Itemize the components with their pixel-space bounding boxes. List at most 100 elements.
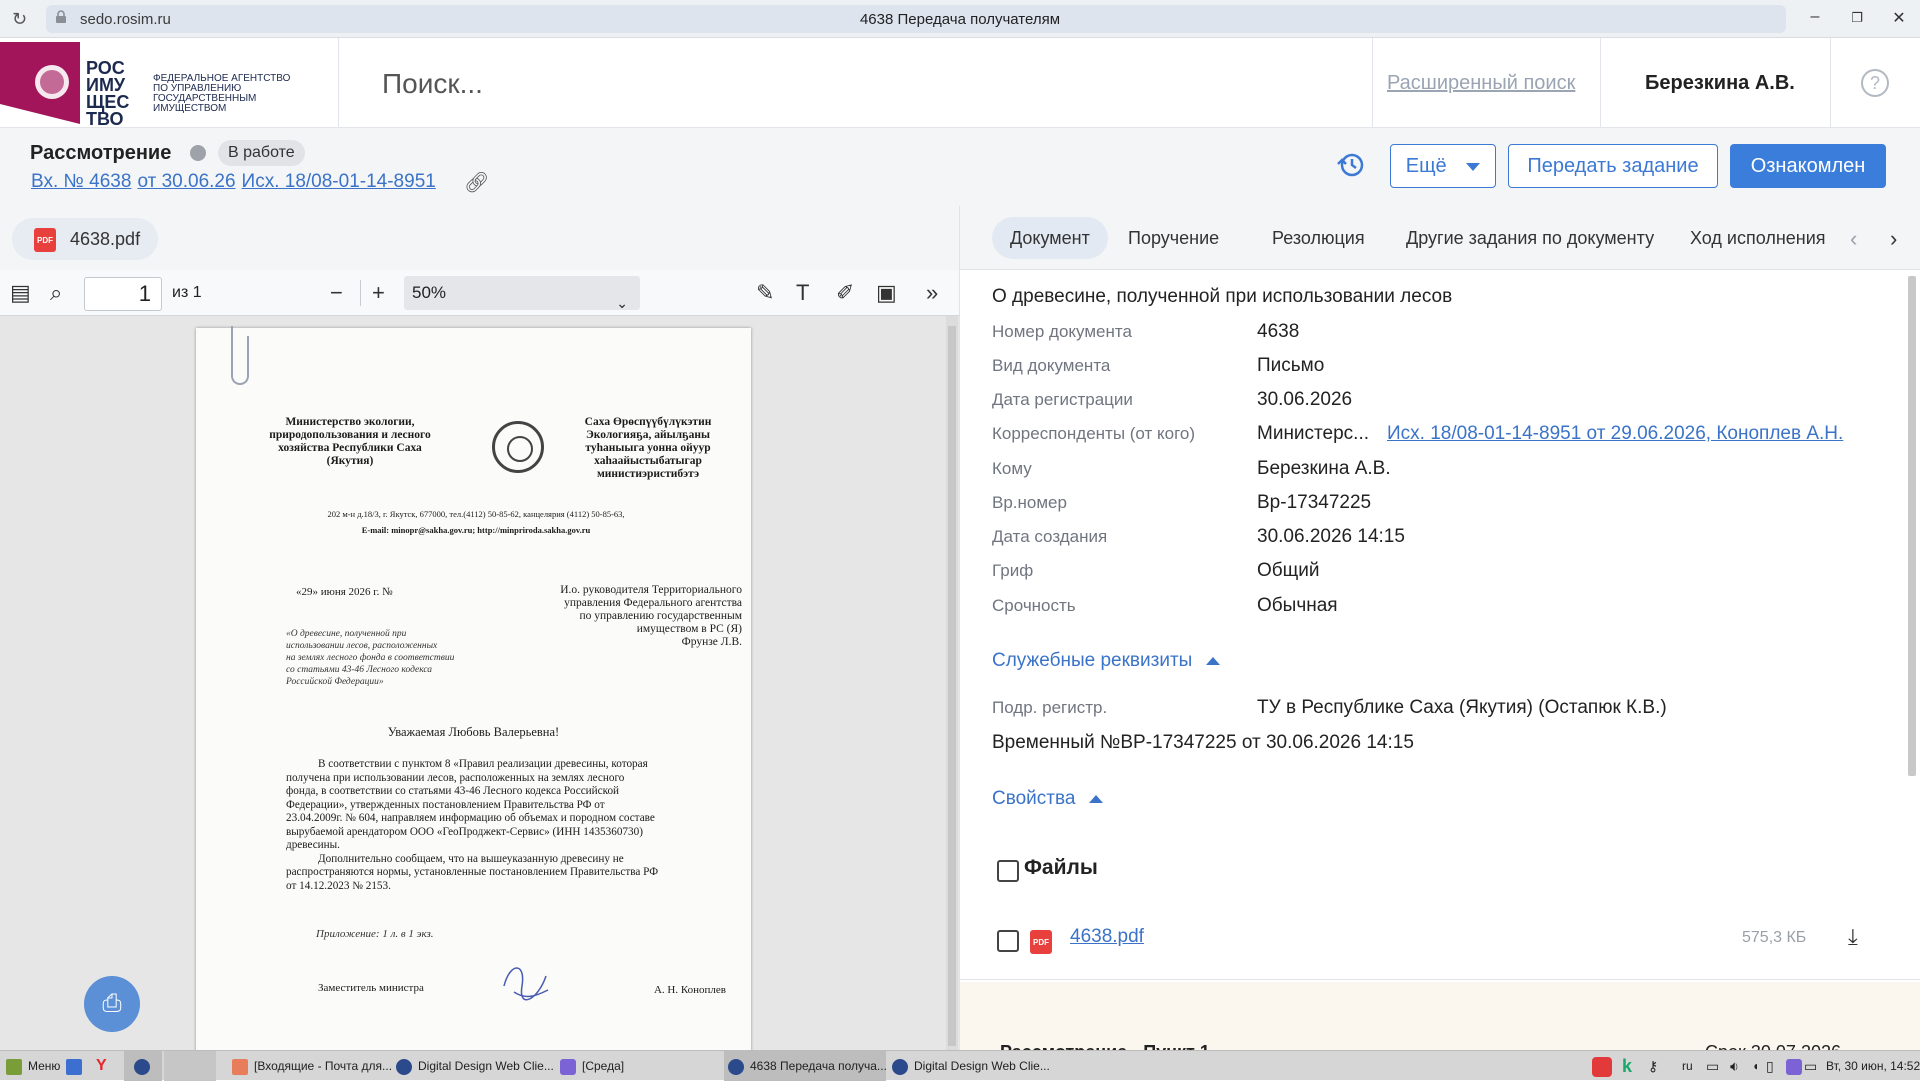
details-scrollbar[interactable] xyxy=(1908,276,1916,776)
document-bar: Рассмотрение В работе Вх. № 4638 от 30.06… xyxy=(0,128,1920,206)
browser-icon xyxy=(396,1058,412,1075)
battery-icon[interactable]: ▯ xyxy=(1766,1051,1774,1081)
taskbar-item-sreda[interactable]: [Среда] xyxy=(560,1051,624,1081)
field-value: Общий xyxy=(1257,560,1320,581)
zoom-out-icon[interactable]: − xyxy=(330,280,343,306)
more-button[interactable]: Ещё xyxy=(1390,144,1496,188)
url-text: sedo.rosim.ru xyxy=(80,11,171,28)
next-task-due: Срок 30.07.2026 xyxy=(1705,1042,1841,1050)
field-value: Обычная xyxy=(1257,595,1338,616)
start-menu-label: Меню xyxy=(28,1059,61,1073)
taskbar-item-label: [Входящие - Почта для... xyxy=(254,1059,393,1073)
logo-emblem-icon xyxy=(0,42,80,124)
address-bar[interactable] xyxy=(46,5,1786,33)
correspondent-link[interactable]: Исх. 18/08-01-14-8951 от 29.06.2026, Кон… xyxy=(1387,423,1843,445)
more-tools-icon[interactable]: » xyxy=(926,280,938,306)
copy-link-icon[interactable]: 🔗︎ xyxy=(464,170,489,195)
logo-subtitle: Федеральное агентство по управлению госу… xyxy=(153,73,291,114)
restore-icon[interactable]: ❐ xyxy=(1845,10,1869,26)
tray-app-k[interactable]: k xyxy=(1622,1051,1632,1081)
chevron-right-icon[interactable]: › xyxy=(1890,226,1897,252)
transfer-task-button[interactable]: Передать задание xyxy=(1508,144,1718,188)
file-tab-row: PDF 4638.pdf xyxy=(0,206,960,270)
browser-launcher[interactable] xyxy=(124,1051,162,1081)
image-tool-icon[interactable]: ▣ xyxy=(876,280,897,306)
browser-icon xyxy=(134,1058,150,1075)
minimize-icon[interactable]: – xyxy=(1803,8,1827,26)
taskbar-item-current[interactable]: 4638 Передача получа... xyxy=(724,1051,887,1081)
page-number-input[interactable]: 1 xyxy=(84,277,162,311)
search-icon[interactable]: ⌕ xyxy=(50,280,62,306)
rosim-logo[interactable]: РОС ИМУ ЩЕС ТВО Федеральное агентство по… xyxy=(0,42,300,128)
user-menu[interactable]: Березкина А.В. xyxy=(1645,72,1795,95)
volume-icon[interactable]: 🔉︎ xyxy=(1730,1051,1739,1081)
signer-title: Заместитель министра xyxy=(318,982,424,994)
tray-app-red[interactable] xyxy=(1592,1051,1618,1081)
field-label: Подр. регистр. xyxy=(992,698,1108,717)
outgoing-number-link[interactable]: Исх. 18/08-01-14-8951 xyxy=(242,171,436,192)
display-icon[interactable]: ▭ xyxy=(1804,1051,1817,1081)
acknowledge-button[interactable]: Ознакомлен xyxy=(1730,144,1886,188)
taskbar-item-label: [Среда] xyxy=(582,1059,625,1073)
lock-icon xyxy=(56,10,66,23)
sidebar-toggle-icon[interactable]: ▤ xyxy=(10,280,31,306)
status-dot-icon xyxy=(190,145,206,161)
next-task-card: Рассмотрение - Пункт 1 Срок 30.07.2026 xyxy=(960,982,1920,1050)
yandex-launcher[interactable]: Y xyxy=(96,1051,107,1081)
pdf-scrollbar[interactable] xyxy=(946,316,958,1050)
taskbar-item-web-client-2[interactable]: Digital Design Web Clie... xyxy=(892,1051,1050,1081)
field-value: 30.06.2026 xyxy=(1257,389,1353,410)
tab-assignment[interactable]: Поручение xyxy=(1110,217,1237,259)
field-value: Письмо xyxy=(1257,355,1325,376)
select-all-files-checkbox[interactable] xyxy=(997,860,1019,882)
key-icon[interactable]: ⚷ xyxy=(1648,1051,1658,1081)
clock[interactable]: Вт, 30 июн, 14:52 xyxy=(1826,1051,1920,1081)
paperclip-icon xyxy=(231,326,249,385)
file-link[interactable]: 4638.pdf xyxy=(1070,926,1144,948)
desktop-launcher[interactable] xyxy=(66,1051,88,1081)
taskbar-item-mail[interactable]: [Входящие - Почта для... xyxy=(232,1051,392,1081)
search-input[interactable] xyxy=(382,62,1282,106)
file-checkbox[interactable] xyxy=(997,930,1019,952)
download-icon[interactable]: ⤓ xyxy=(1848,924,1858,950)
properties-toggle[interactable]: Свойства xyxy=(992,788,1104,810)
document-details: О древесине, полученной при использовани… xyxy=(960,270,1920,980)
history-icon[interactable] xyxy=(1336,150,1366,180)
start-menu-button[interactable]: Меню xyxy=(6,1051,60,1081)
field-value: ТУ в Республике Саха (Якутия) (Остапюк К… xyxy=(1257,697,1667,718)
print-button[interactable]: ⎙ xyxy=(84,976,140,1032)
incoming-date-link[interactable]: от 30.06.26 xyxy=(137,171,235,192)
app-header: РОС ИМУ ЩЕС ТВО Федеральное агентство по… xyxy=(0,38,1920,128)
tab-other-tasks[interactable]: Другие задания по документу xyxy=(1388,217,1672,259)
letter-recipient: И.о. руководителя Территориального управ… xyxy=(560,584,742,648)
tab-execution-progress[interactable]: Ход исполнения xyxy=(1672,217,1844,259)
incoming-number-link[interactable]: Вх. № 4638 xyxy=(31,171,131,192)
tab-resolution[interactable]: Резолюция xyxy=(1254,217,1383,259)
tab-document[interactable]: Документ xyxy=(992,217,1108,259)
task-type-title: Рассмотрение xyxy=(30,142,172,164)
zoom-in-icon[interactable]: + xyxy=(372,280,385,306)
zoom-select[interactable]: 50% ⌄ xyxy=(404,276,640,311)
chevron-up-icon xyxy=(1089,794,1104,803)
org-right: Саха Өрөспүүбүлүкэтин Экологияҕа, айылҕа… xyxy=(584,416,712,480)
service-details-toggle[interactable]: Служебные реквизиты xyxy=(992,650,1221,672)
draw-icon[interactable]: ✐ xyxy=(836,280,854,306)
chevron-down-icon: ⌄ xyxy=(616,295,628,311)
keyboard-language[interactable]: ru xyxy=(1682,1051,1693,1081)
service-details-label: Служебные реквизиты xyxy=(992,650,1193,671)
help-icon[interactable]: ? xyxy=(1861,69,1889,97)
advanced-search-link[interactable]: Расширенный поиск xyxy=(1387,72,1575,95)
highlight-icon[interactable]: ✎ xyxy=(756,280,774,306)
file-chip[interactable]: PDF 4638.pdf xyxy=(12,218,158,260)
chevron-left-icon[interactable]: ‹ xyxy=(1850,226,1857,252)
pdf-viewer[interactable]: Министерство экологии, природопользовани… xyxy=(0,316,960,1050)
taskbar-item-web-client[interactable]: Digital Design Web Clie... xyxy=(396,1051,554,1081)
network-icon[interactable]: ▭ xyxy=(1706,1051,1719,1081)
reload-icon[interactable]: ↻ xyxy=(12,9,27,30)
field-label: Кому xyxy=(992,459,1032,478)
letter-attachment: Приложение: 1 л. в 1 экз. xyxy=(316,928,434,940)
text-tool-icon[interactable]: T xyxy=(796,280,809,306)
yandex-icon: Y xyxy=(96,1057,107,1074)
scrollbar-thumb[interactable] xyxy=(948,326,956,1046)
close-icon[interactable]: ✕ xyxy=(1887,8,1911,28)
